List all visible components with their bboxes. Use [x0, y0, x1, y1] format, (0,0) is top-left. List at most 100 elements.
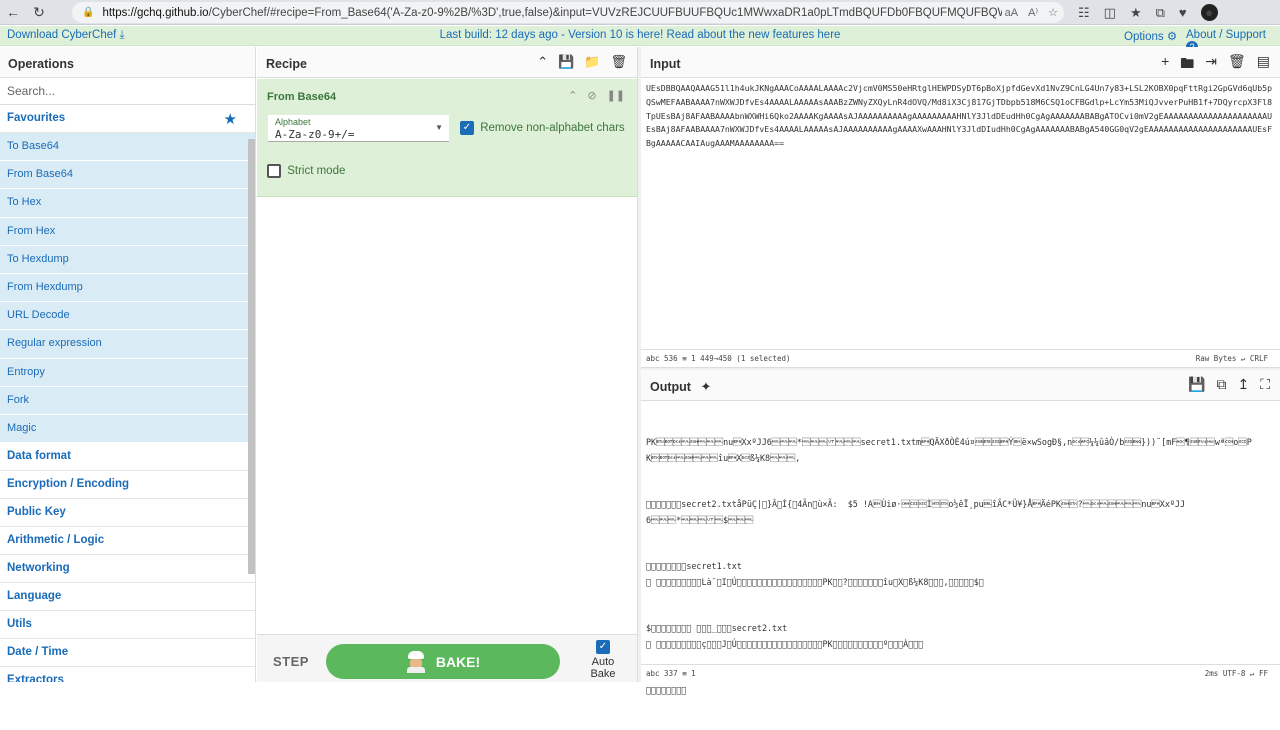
- output-line:         secret1.txt          Là¯IÚ …: [646, 561, 984, 587]
- input-encoding[interactable]: Raw Bytes ↵ CRLF: [1196, 354, 1268, 363]
- output-status-bar: abc 337 ≡ 1 2ms UTF-8 ↵ FF: [641, 664, 1280, 682]
- save-recipe-icon[interactable]: 💾: [558, 54, 574, 70]
- alphabet-value: A-Za-z0-9+/=: [275, 128, 355, 141]
- category-encryption-encoding[interactable]: Encryption / Encoding: [0, 471, 255, 500]
- category-arithmetic-logic[interactable]: Arithmetic / Logic: [0, 527, 255, 556]
- collections-icon[interactable]: ⧉: [1156, 5, 1165, 21]
- category-favourites[interactable]: Favourites ★: [0, 105, 255, 133]
- output-line: $            _   secret2.txt          …: [646, 623, 924, 649]
- gear-icon: ⚙: [1166, 31, 1178, 43]
- chevron-up-icon[interactable]: ⌃: [568, 89, 577, 102]
- input-panel: Input + 🖿 ⇥ 🗑 ▤ UEsDBBQAAQAAAG51l1h4ukJK…: [641, 47, 1280, 367]
- output-line:        secret2.txtåPüÇ|}ÂÍ{4Ãnù×Ã: $…: [646, 499, 1185, 525]
- options-button[interactable]: Options ⚙: [1124, 29, 1177, 43]
- category-language[interactable]: Language: [0, 583, 255, 612]
- output-title: Output: [650, 380, 691, 394]
- lock-icon: 🔒: [82, 7, 95, 18]
- collapse-icon[interactable]: ⌃: [537, 54, 548, 70]
- address-bar[interactable]: 🔒 https://gchq.github.io/CyberChef/#reci…: [72, 2, 1064, 23]
- recipe-op-title: From Base64: [267, 91, 337, 103]
- split-screen-icon[interactable]: ◫: [1104, 5, 1116, 21]
- chef-icon: [406, 650, 426, 673]
- output-line: PK    nuXxºJJ6   *       secret1.tx…: [646, 437, 1252, 463]
- replace-input-icon[interactable]: ↥: [1237, 376, 1249, 393]
- disable-icon[interactable]: ⊘: [587, 89, 596, 102]
- category-data-format[interactable]: Data format: [0, 443, 255, 472]
- op-from-hex[interactable]: From Hex: [0, 217, 255, 246]
- url-text: https://gchq.github.io/CyberChef/#recipe…: [102, 6, 1002, 19]
- recipe-title: Recipe: [266, 57, 307, 71]
- open-folder-icon[interactable]: 🖿: [1180, 53, 1194, 77]
- step-button[interactable]: STEP: [273, 654, 309, 669]
- operations-scrollbar[interactable]: [248, 139, 255, 574]
- favorite-star-icon[interactable]: ☆: [1048, 6, 1058, 19]
- category-extractors[interactable]: Extractors: [0, 667, 255, 682]
- input-textarea[interactable]: UEsDBBQAAQAAAG51l1h4ukJKNgAAACoAAAALAAAA…: [646, 82, 1276, 151]
- output-header: Output ✦ 💾 ⧉ ↥ ⛶: [641, 370, 1280, 401]
- output-encoding[interactable]: 2ms UTF-8 ↵ FF: [1205, 669, 1268, 678]
- alphabet-label: Alphabet: [275, 117, 311, 127]
- back-icon[interactable]: ←: [0, 0, 26, 25]
- op-to-base64[interactable]: To Base64: [0, 133, 255, 162]
- op-to-hex[interactable]: To Hex: [0, 189, 255, 218]
- operations-search-input[interactable]: Search...: [0, 78, 255, 105]
- checkbox-unchecked-icon[interactable]: [267, 164, 281, 178]
- op-from-hexdump[interactable]: From Hexdump: [0, 273, 255, 303]
- input-stats: abc 536 ≡ 1 449→450 (1 selected): [646, 354, 791, 363]
- maximise-icon[interactable]: ⛶: [1260, 376, 1270, 393]
- build-notice[interactable]: Last build: 12 days ago - Version 10 is …: [0, 29, 1280, 41]
- auto-bake-checkbox[interactable]: ✓ Auto Bake: [578, 640, 628, 680]
- extensions-icon[interactable]: ☷: [1078, 5, 1090, 21]
- magic-wand-icon[interactable]: ✦: [700, 379, 711, 394]
- save-output-icon[interactable]: 💾: [1188, 376, 1205, 393]
- browser-toolbar: ← ↻ 🔒 https://gchq.github.io/CyberChef/#…: [0, 0, 1280, 25]
- recipe-op-from-base64[interactable]: From Base64 ⌃ ⊘ ❚❚ Alphabet A-Za-z0-9+/=…: [257, 79, 639, 197]
- pause-icon[interactable]: ❚❚: [607, 89, 625, 102]
- operations-panel: Operations Search... Favourites ★ To Base…: [0, 47, 256, 682]
- category-date-time[interactable]: Date / Time: [0, 639, 255, 668]
- op-url-decode[interactable]: URL Decode: [0, 302, 255, 331]
- category-public-key[interactable]: Public Key: [0, 499, 255, 528]
- input-header: Input + 🖿 ⇥ 🗑 ▤: [641, 47, 1280, 78]
- remove-nonalphabet-checkbox[interactable]: ✓ Remove non-alphabet chars: [460, 121, 625, 135]
- favorites-icon[interactable]: ★: [1130, 5, 1142, 21]
- reader-mode-icon[interactable]: aA: [1005, 7, 1018, 19]
- load-recipe-icon[interactable]: 📁: [584, 54, 600, 70]
- clear-recipe-icon[interactable]: 🗑: [610, 54, 627, 70]
- profile-avatar[interactable]: ●: [1200, 4, 1218, 21]
- op-regular-expression[interactable]: Regular expression: [0, 330, 255, 359]
- browser-essentials-icon[interactable]: ♥: [1179, 5, 1187, 20]
- dropdown-caret-icon: ▼: [435, 123, 443, 132]
- operations-title: Operations: [0, 47, 255, 78]
- reset-layout-icon[interactable]: ▤: [1257, 53, 1270, 77]
- star-icon[interactable]: ★: [224, 110, 237, 128]
- bake-button[interactable]: BAKE!: [326, 644, 560, 679]
- bake-bar: STEP BAKE! ✓ Auto Bake: [257, 634, 639, 682]
- op-magic[interactable]: Magic: [0, 414, 255, 444]
- output-line:         : [646, 685, 687, 695]
- alphabet-select[interactable]: Alphabet A-Za-z0-9+/= ▼: [268, 115, 449, 142]
- reload-icon[interactable]: ↻: [26, 0, 52, 25]
- op-entropy[interactable]: Entropy: [0, 358, 255, 387]
- checkbox-checked-icon[interactable]: ✓: [460, 121, 474, 135]
- category-networking[interactable]: Networking: [0, 555, 255, 584]
- open-file-icon[interactable]: ⇥: [1205, 53, 1217, 77]
- add-tab-icon[interactable]: +: [1161, 53, 1169, 77]
- favourites-list: To Base64 From Base64 To Hex From Hex To…: [0, 133, 255, 444]
- op-from-base64[interactable]: From Base64: [0, 161, 255, 190]
- input-title: Input: [650, 57, 681, 71]
- top-banner: Download CyberChef ⤓ Last build: 12 days…: [0, 26, 1280, 53]
- strict-mode-checkbox[interactable]: Strict mode: [267, 164, 345, 178]
- copy-output-icon[interactable]: ⧉: [1216, 376, 1226, 393]
- read-aloud-icon[interactable]: A⁾: [1028, 6, 1038, 19]
- output-stats: abc 337 ≡ 1: [646, 669, 696, 678]
- op-fork[interactable]: Fork: [0, 386, 255, 415]
- recipe-header: Recipe ⌃ 💾 📁 🗑: [257, 47, 639, 78]
- recipe-panel: Recipe ⌃ 💾 📁 🗑 From Base64 ⌃ ⊘ ❚❚ Alphab…: [257, 47, 640, 682]
- clear-input-icon[interactable]: 🗑: [1228, 53, 1246, 77]
- category-utils[interactable]: Utils: [0, 611, 255, 640]
- op-to-hexdump[interactable]: To Hexdump: [0, 245, 255, 274]
- checkbox-checked-icon[interactable]: ✓: [596, 640, 610, 654]
- output-panel: Output ✦ 💾 ⧉ ↥ ⛶ PK    nuXxºJJ6   *…: [641, 370, 1280, 695]
- input-status-bar: abc 536 ≡ 1 449→450 (1 selected) Raw Byt…: [641, 349, 1280, 367]
